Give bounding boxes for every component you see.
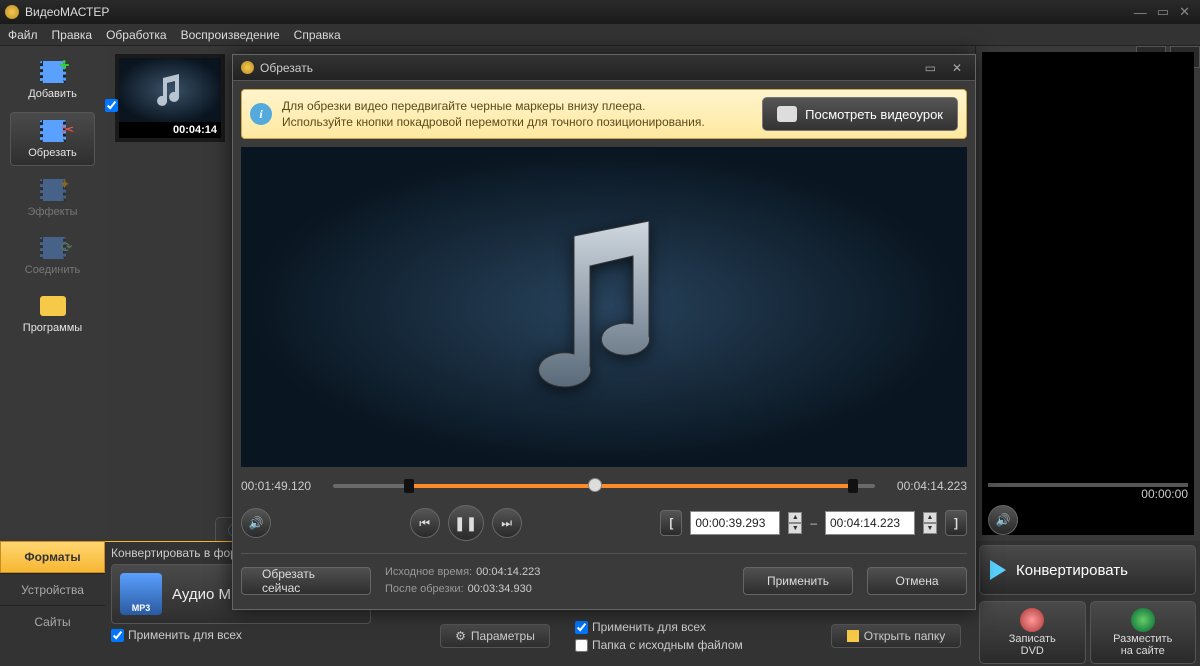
dialog-title: Обрезать — [260, 61, 914, 75]
meta-info: Исходное время:00:04:14.223 После обрезк… — [385, 564, 540, 597]
menubar: Файл Правка Обработка Воспроизведение Сп… — [0, 24, 1200, 46]
dialog-logo-icon — [241, 61, 254, 74]
apply-all-2-checkbox[interactable] — [575, 621, 588, 634]
mp3-icon: MP3 — [120, 573, 162, 615]
tab-devices[interactable]: Устройства — [0, 573, 105, 605]
film-link-icon — [33, 234, 73, 262]
sidebar-add[interactable]: Добавить — [10, 54, 95, 106]
camera-icon — [777, 106, 797, 122]
app-logo-icon — [5, 5, 19, 19]
play-pause-button[interactable]: ❚❚ — [448, 505, 484, 541]
source-folder-checkbox[interactable] — [575, 639, 588, 652]
burn-dvd-button[interactable]: Записать DVD — [979, 601, 1086, 664]
tip-bar: i Для обрезки видео передвигайте черные … — [241, 89, 967, 139]
timeline-marker-right[interactable] — [848, 479, 858, 493]
cancel-button[interactable]: Отмена — [867, 567, 967, 595]
out-time-input[interactable] — [825, 511, 915, 535]
timeline-marker-left[interactable] — [404, 479, 414, 493]
divider — [241, 553, 967, 554]
menu-playback[interactable]: Воспроизведение — [181, 28, 280, 42]
dialog-preview — [241, 147, 967, 467]
in-time-spinner[interactable]: ▲▼ — [788, 512, 802, 534]
timeline-track[interactable] — [333, 477, 875, 495]
params-button[interactable]: ⚙ Параметры — [440, 624, 550, 648]
thumbnail-image — [119, 58, 221, 122]
folder-icon — [847, 630, 859, 642]
preview-video: 00:00:00 🔊 — [982, 52, 1194, 535]
preview-time: 00:00:00 — [1141, 487, 1188, 501]
cut-dialog: Обрезать ▭ ✕ i Для обрезки видео передви… — [232, 54, 976, 610]
set-out-button[interactable]: ] — [945, 510, 967, 536]
film-star-icon — [33, 176, 73, 204]
set-in-button[interactable]: [ — [660, 510, 682, 536]
film-plus-icon — [33, 58, 73, 86]
timeline-selection — [409, 484, 853, 488]
dvd-icon — [1020, 608, 1044, 632]
tab-formats[interactable]: Форматы — [0, 541, 105, 573]
preview-panel: GIF ⛶ 00:00:00 🔊 — [975, 46, 1200, 541]
tab-sites[interactable]: Сайты — [0, 605, 105, 637]
clip-thumbnail[interactable]: 00:04:14 — [115, 54, 225, 142]
timeline-playhead[interactable] — [588, 478, 602, 492]
dialog-bottom-row: Обрезать сейчас Исходное время:00:04:14.… — [241, 564, 967, 597]
menu-edit[interactable]: Правка — [52, 28, 93, 42]
gear-icon: ⚙ — [455, 629, 466, 643]
apply-all-1-checkbox[interactable] — [111, 629, 124, 642]
convert-button[interactable]: Конвертировать — [979, 545, 1196, 595]
next-frame-button[interactable]: ⏭ — [492, 508, 522, 538]
titlebar: ВидеоМАСТЕР — ▭ ✕ — [0, 0, 1200, 24]
minimize-button[interactable]: — — [1129, 5, 1152, 20]
info-icon: i — [250, 103, 272, 125]
action-panel: Конвертировать Записать DVD Разместить н… — [975, 541, 1200, 666]
in-time-input[interactable] — [690, 511, 780, 535]
menu-process[interactable]: Обработка — [106, 28, 167, 42]
dialog-minimize-button[interactable]: ▭ — [920, 61, 941, 75]
key-icon — [33, 292, 73, 320]
film-scissor-icon — [33, 117, 73, 145]
play-triangle-icon — [990, 560, 1006, 580]
sidebar-effects[interactable]: Эффекты — [10, 172, 95, 224]
format-tabs: Форматы Устройства Сайты — [0, 541, 105, 666]
sidebar-join[interactable]: Соединить — [10, 230, 95, 282]
publish-button[interactable]: Разместить на сайте — [1090, 601, 1197, 664]
timeline: 00:01:49.120 00:04:14.223 — [241, 477, 967, 495]
open-folder-button[interactable]: Открыть папку — [831, 624, 961, 648]
apply-button[interactable]: Применить — [743, 567, 853, 595]
timeline-end-time: 00:04:14.223 — [885, 479, 967, 493]
sidebar-programs[interactable]: Программы — [10, 288, 95, 340]
apply-all-1-row: Применить для всех — [111, 628, 242, 642]
app-title: ВидеоМАСТЕР — [25, 5, 109, 19]
clip-checkbox[interactable] — [105, 99, 118, 112]
out-time-spinner[interactable]: ▲▼ — [923, 512, 937, 534]
range-dash: – — [810, 516, 817, 530]
dialog-titlebar[interactable]: Обрезать ▭ ✕ — [233, 55, 975, 81]
volume-icon[interactable]: 🔊 — [988, 505, 1018, 535]
cut-now-button[interactable]: Обрезать сейчас — [241, 567, 371, 595]
sidebar-cut[interactable]: Обрезать — [10, 112, 95, 166]
maximize-button[interactable]: ▭ — [1152, 4, 1174, 20]
tip-text: Для обрезки видео передвигайте черные ма… — [282, 98, 752, 130]
controls-row: 🔊 ⏮ ❚❚ ⏭ [ ▲▼ – ▲▼ ] — [241, 505, 967, 541]
menu-file[interactable]: Файл — [8, 28, 38, 42]
globe-icon — [1131, 608, 1155, 632]
thumbnail-duration: 00:04:14 — [119, 122, 221, 138]
timeline-start-time: 00:01:49.120 — [241, 479, 323, 493]
sidebar: Добавить Обрезать Эффекты Соединить Прог… — [0, 46, 105, 541]
music-note-icon — [529, 216, 679, 399]
prev-frame-button[interactable]: ⏮ — [410, 508, 440, 538]
dialog-close-button[interactable]: ✕ — [947, 61, 967, 75]
menu-help[interactable]: Справка — [294, 28, 341, 42]
volume-button[interactable]: 🔊 — [241, 508, 271, 538]
close-button[interactable]: ✕ — [1174, 4, 1195, 20]
watch-tutorial-button[interactable]: Посмотреть видеоурок — [762, 97, 958, 131]
